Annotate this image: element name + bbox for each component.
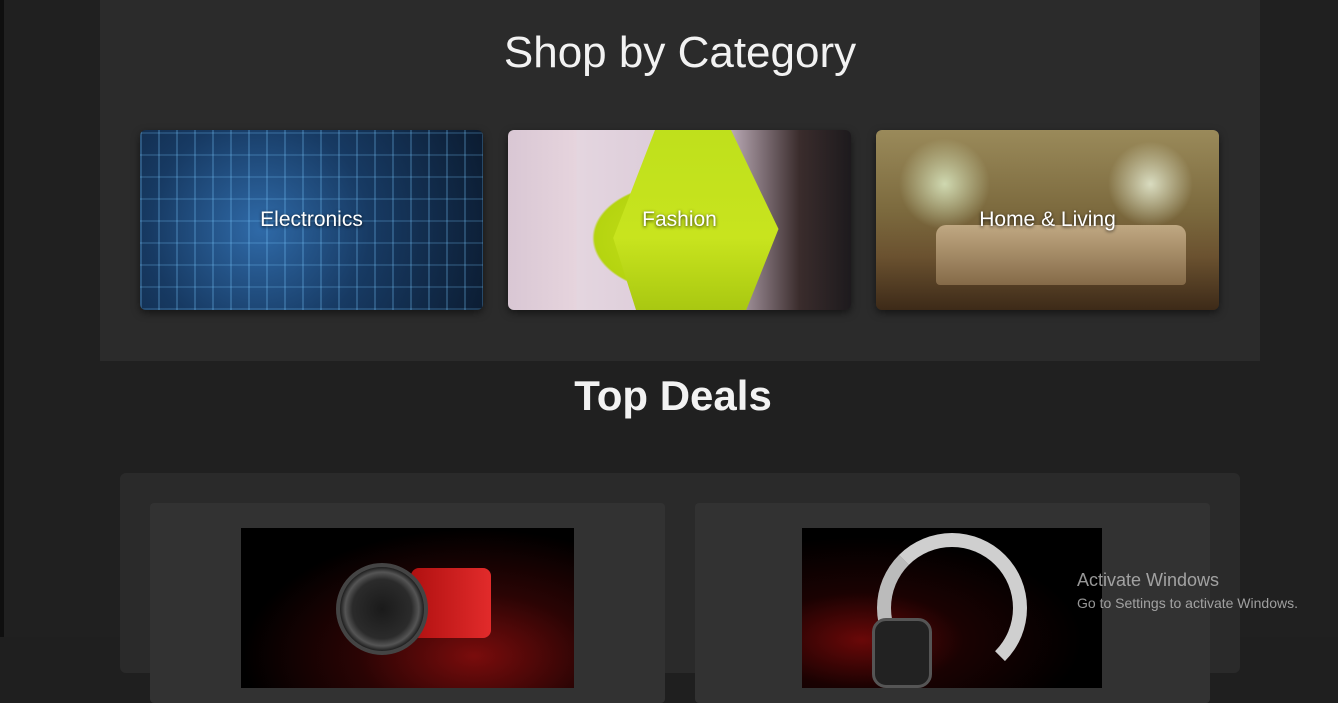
category-card-electronics[interactable]: Electronics xyxy=(140,130,483,310)
page-frame: Shop by Category Electronics Fashion Hom… xyxy=(0,0,1338,703)
shop-by-category-section: Shop by Category Electronics Fashion Hom… xyxy=(100,0,1260,361)
deal-card-smartwatch[interactable] xyxy=(150,503,665,703)
category-label-home-living: Home & Living xyxy=(979,208,1116,231)
category-card-fashion[interactable]: Fashion xyxy=(508,130,851,310)
watermark-subtitle: Go to Settings to activate Windows. xyxy=(1077,595,1298,611)
category-section-title: Shop by Category xyxy=(503,28,857,77)
category-card-home-living[interactable]: Home & Living xyxy=(876,130,1219,310)
headphone-cup-graphic xyxy=(872,618,932,688)
category-label-fashion: Fashion xyxy=(642,208,717,231)
smartwatch-image[interactable] xyxy=(241,528,574,688)
watch-face-graphic xyxy=(336,563,428,655)
top-deals-title: Top Deals xyxy=(574,372,772,419)
top-deals-container xyxy=(120,473,1240,703)
headphones-image[interactable] xyxy=(802,528,1102,688)
watermark-title: Activate Windows xyxy=(1077,570,1220,590)
windows-activation-watermark: Activate Windows Go to Settings to activ… xyxy=(1077,570,1298,611)
category-label-electronics: Electronics xyxy=(260,208,363,231)
